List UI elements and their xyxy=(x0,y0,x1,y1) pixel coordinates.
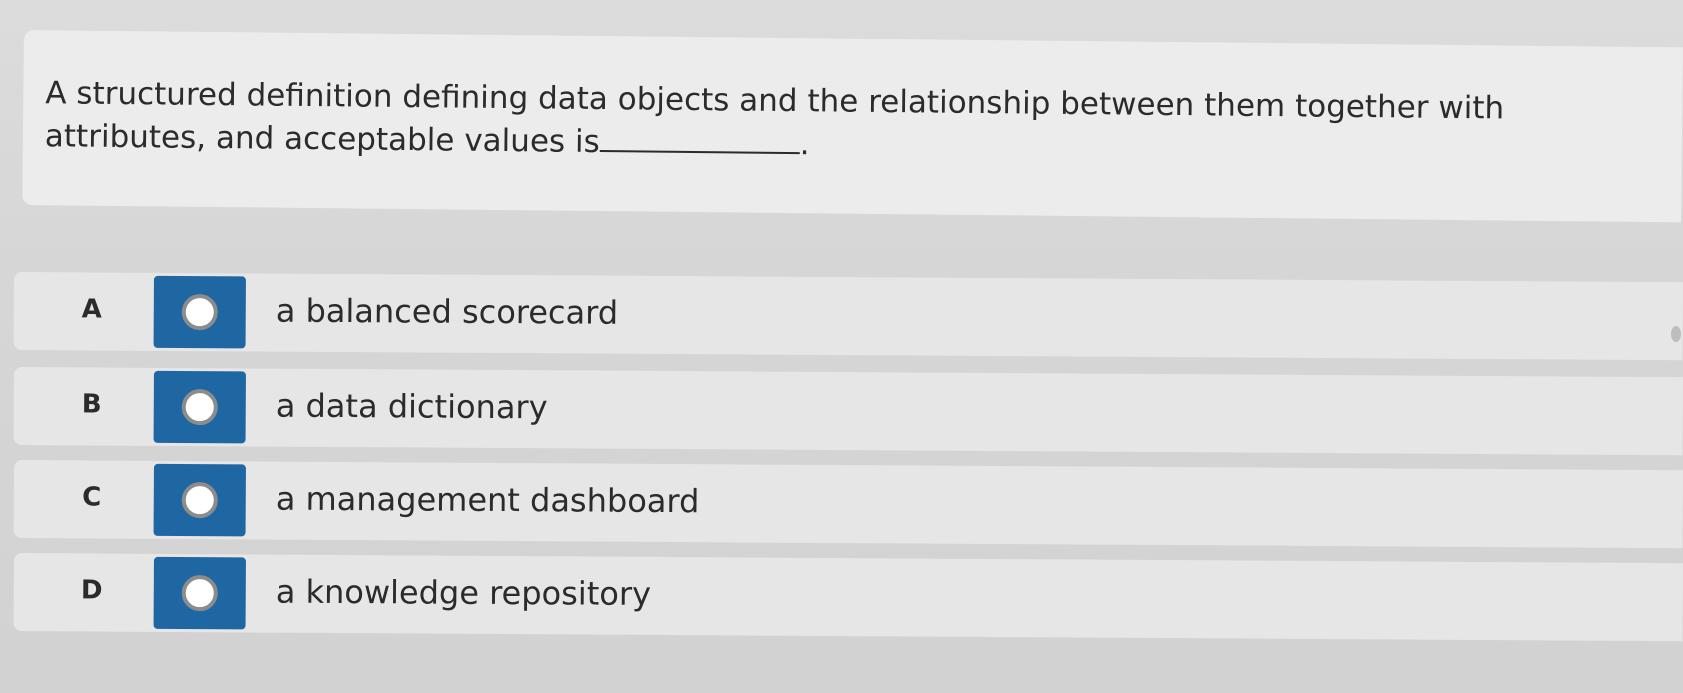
option-a-radio-button[interactable] xyxy=(153,275,246,349)
option-b-radio-button[interactable] xyxy=(153,370,246,444)
option-row-a[interactable]: A a balanced scorecard xyxy=(13,272,1683,361)
option-d-radio-button[interactable] xyxy=(153,556,246,630)
option-row-d[interactable]: D a knowledge repository xyxy=(13,553,1683,642)
answer-blank xyxy=(599,124,800,155)
question-suffix: . xyxy=(799,126,810,163)
option-text: a knowledge repository xyxy=(275,572,652,613)
radio-unselected-icon xyxy=(181,294,218,331)
radio-unselected-icon xyxy=(181,575,218,612)
option-letter: C xyxy=(82,482,102,513)
option-letter: D xyxy=(80,575,103,606)
question-card: A structured definition defining data ob… xyxy=(22,30,1683,223)
option-row-c[interactable]: C a management dashboard xyxy=(13,460,1683,549)
scroll-indicator xyxy=(1671,326,1681,342)
option-row-b[interactable]: B a data dictionary xyxy=(13,367,1683,456)
option-text: a management dashboard xyxy=(275,479,700,521)
quiz-screen: A structured definition defining data ob… xyxy=(0,0,1683,693)
option-text: a balanced scorecard xyxy=(275,291,619,332)
option-text: a data dictionary xyxy=(275,386,548,427)
option-letter: B xyxy=(81,389,102,420)
radio-unselected-icon xyxy=(181,389,218,426)
radio-unselected-icon xyxy=(181,482,218,519)
question-text: A structured definition defining data ob… xyxy=(45,72,1646,175)
option-c-radio-button[interactable] xyxy=(153,463,246,537)
option-letter: A xyxy=(81,294,102,325)
